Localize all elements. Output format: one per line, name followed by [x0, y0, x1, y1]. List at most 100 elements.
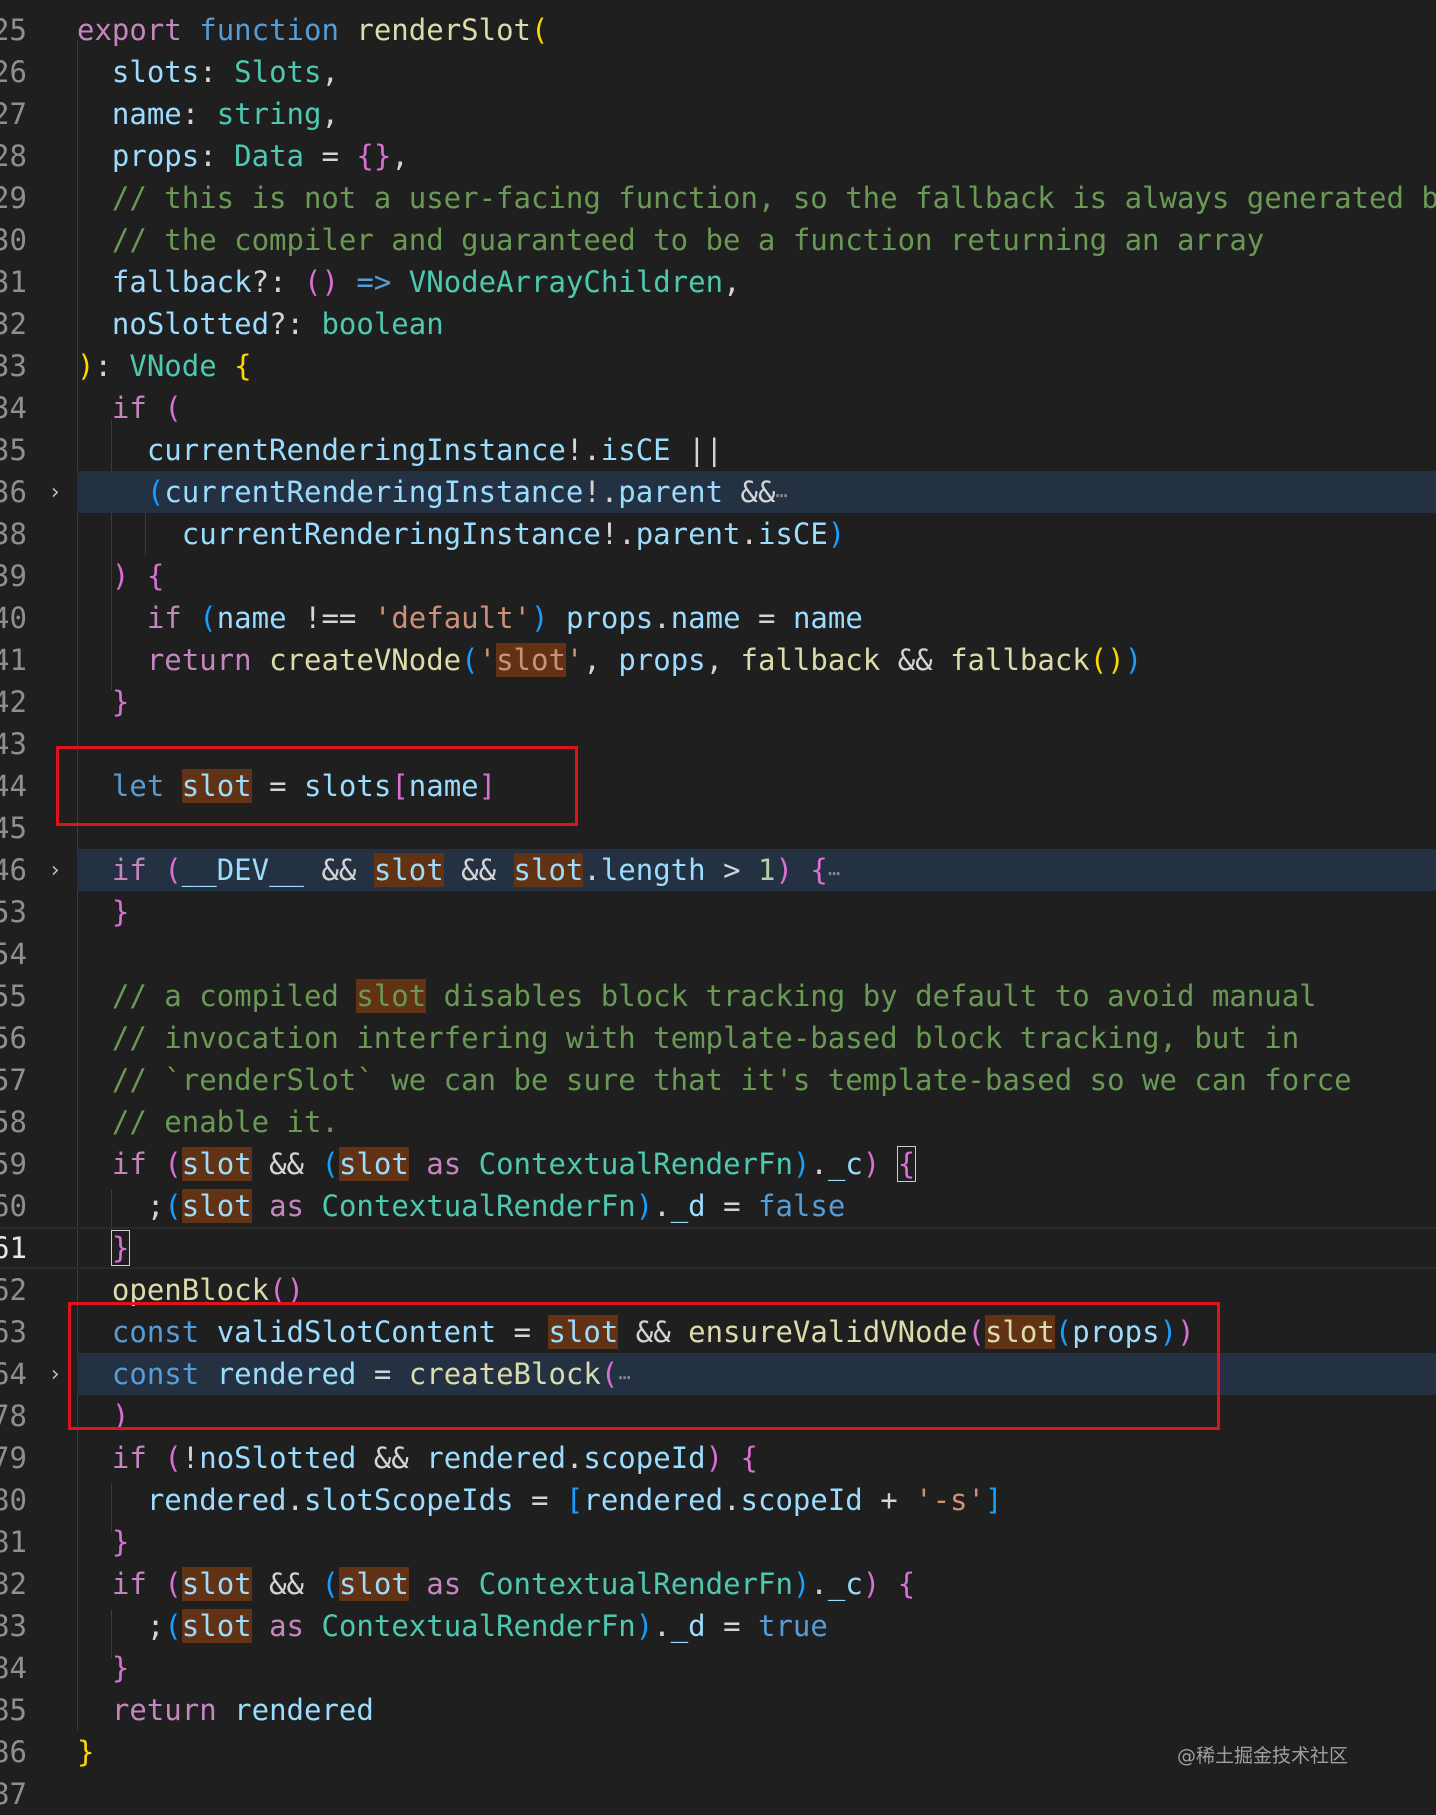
line-number: 39: [0, 559, 27, 593]
line-number: 82: [0, 1567, 27, 1601]
code-line[interactable]: 30 // the compiler and guaranteed to be …: [0, 219, 1436, 261]
line-number: 63: [0, 1315, 27, 1349]
code-text[interactable]: if (__DEV__ && slot && slot.length > 1) …: [77, 853, 840, 887]
chevron-right-icon[interactable]: ›: [44, 471, 66, 513]
code-text[interactable]: ) {: [77, 559, 164, 593]
code-line[interactable]: 34 if (: [0, 387, 1436, 429]
code-line[interactable]: 79 if (!noSlotted && rendered.scopeId) {: [0, 1437, 1436, 1479]
code-line[interactable]: 38 currentRenderingInstance!.parent.isCE…: [0, 513, 1436, 555]
code-text[interactable]: if (slot && (slot as ContextualRenderFn)…: [77, 1146, 917, 1182]
code-text[interactable]: fallback?: () => VNodeArrayChildren,: [77, 265, 741, 299]
code-text[interactable]: }: [77, 685, 129, 719]
code-line[interactable]: 83 ;(slot as ContextualRenderFn)._d = tr…: [0, 1605, 1436, 1647]
line-number: 60: [0, 1189, 27, 1223]
code-line[interactable]: 28 props: Data = {},: [0, 135, 1436, 177]
code-line[interactable]: 33 ): VNode {: [0, 345, 1436, 387]
code-text[interactable]: rendered.slotScopeIds = [rendered.scopeI…: [77, 1483, 1003, 1517]
chevron-right-icon[interactable]: ›: [44, 849, 66, 891]
code-text[interactable]: }: [77, 1735, 94, 1769]
code-text[interactable]: if (: [77, 391, 182, 425]
line-number: 31: [0, 265, 27, 299]
code-line[interactable]: 59 if (slot && (slot as ContextualRender…: [0, 1143, 1436, 1185]
code-text[interactable]: if (name !== 'default') props.name = nam…: [77, 601, 863, 635]
code-line[interactable]: 29 // this is not a user-facing function…: [0, 177, 1436, 219]
code-line[interactable]: 82 if (slot && (slot as ContextualRender…: [0, 1563, 1436, 1605]
code-line-current[interactable]: 61 }: [0, 1227, 1436, 1269]
code-line[interactable]: 31 fallback?: () => VNodeArrayChildren,: [0, 261, 1436, 303]
code-text[interactable]: }: [77, 895, 129, 929]
line-number: 45: [0, 811, 27, 845]
code-text[interactable]: if (!noSlotted && rendered.scopeId) {: [77, 1441, 758, 1475]
code-editor[interactable]: 25 export function renderSlot( 26 slots:…: [0, 0, 1436, 1811]
code-text[interactable]: ;(slot as ContextualRenderFn)._d = false: [77, 1189, 845, 1223]
line-number: 40: [0, 601, 27, 635]
code-line[interactable]: 35 currentRenderingInstance!.isCE ||: [0, 429, 1436, 471]
code-comment[interactable]: // enable it.: [77, 1105, 339, 1139]
code-text[interactable]: }: [77, 1230, 131, 1266]
line-number: 53: [0, 895, 27, 929]
line-number: 44: [0, 769, 27, 803]
chevron-right-icon[interactable]: ›: [44, 1353, 66, 1395]
code-text[interactable]: slots: Slots,: [77, 55, 339, 89]
code-line-folded[interactable]: 36 › (currentRenderingInstance!.parent &…: [0, 471, 1436, 513]
line-number: 83: [0, 1609, 27, 1643]
code-line[interactable]: 58 // enable it.: [0, 1101, 1436, 1143]
code-line[interactable]: 40 if (name !== 'default') props.name = …: [0, 597, 1436, 639]
line-number: 29: [0, 181, 27, 215]
code-line[interactable]: 55 // a compiled slot disables block tra…: [0, 975, 1436, 1017]
line-number: 84: [0, 1651, 27, 1685]
code-text[interactable]: currentRenderingInstance!.isCE ||: [77, 433, 723, 467]
code-text[interactable]: (currentRenderingInstance!.parent &&⋯: [77, 475, 788, 509]
line-number: 27: [0, 97, 27, 131]
folded-ellipsis-icon: ⋯: [775, 483, 788, 507]
code-text[interactable]: }: [77, 1651, 129, 1685]
code-line[interactable]: 87: [0, 1773, 1436, 1815]
code-line[interactable]: 25 export function renderSlot(: [0, 9, 1436, 51]
code-line[interactable]: 39 ) {: [0, 555, 1436, 597]
line-number: 41: [0, 643, 27, 677]
code-line[interactable]: 56 // invocation interfering with templa…: [0, 1017, 1436, 1059]
code-line[interactable]: 42 }: [0, 681, 1436, 723]
code-text[interactable]: export function renderSlot(: [77, 13, 548, 47]
line-number: 81: [0, 1525, 27, 1559]
code-line-folded[interactable]: 46 › if (__DEV__ && slot && slot.length …: [0, 849, 1436, 891]
code-line[interactable]: 57 // `renderSlot` we can be sure that i…: [0, 1059, 1436, 1101]
code-text[interactable]: }: [77, 1525, 129, 1559]
code-line[interactable]: 26 slots: Slots,: [0, 51, 1436, 93]
watermark: @稀土掘金技术社区: [1176, 1745, 1348, 1767]
line-number: 80: [0, 1483, 27, 1517]
line-number: 26: [0, 55, 27, 89]
line-number: 42: [0, 685, 27, 719]
line-number: 64: [0, 1357, 27, 1391]
code-comment[interactable]: // a compiled slot disables block tracki…: [77, 979, 1317, 1013]
code-comment[interactable]: // the compiler and guaranteed to be a f…: [77, 223, 1264, 257]
line-number: 62: [0, 1273, 27, 1307]
code-comment[interactable]: // invocation interfering with template-…: [77, 1021, 1299, 1055]
code-text[interactable]: ;(slot as ContextualRenderFn)._d = true: [77, 1609, 828, 1643]
code-text[interactable]: return createVNode('slot', props, fallba…: [77, 643, 1142, 677]
code-line[interactable]: 27 name: string,: [0, 93, 1436, 135]
code-text[interactable]: return rendered: [77, 1693, 374, 1727]
line-number: 28: [0, 139, 27, 173]
code-line[interactable]: 60 ;(slot as ContextualRenderFn)._d = fa…: [0, 1185, 1436, 1227]
code-text[interactable]: if (slot && (slot as ContextualRenderFn)…: [77, 1567, 915, 1601]
line-number: 58: [0, 1105, 27, 1139]
code-comment[interactable]: // `renderSlot` we can be sure that it's…: [77, 1063, 1352, 1097]
code-line[interactable]: 81 }: [0, 1521, 1436, 1563]
code-text[interactable]: noSlotted?: boolean: [77, 307, 444, 341]
code-line[interactable]: 53 }: [0, 891, 1436, 933]
code-text[interactable]: currentRenderingInstance!.parent.isCE): [77, 517, 846, 551]
code-text[interactable]: props: Data = {},: [77, 139, 409, 173]
code-line[interactable]: 41 return createVNode('slot', props, fal…: [0, 639, 1436, 681]
code-line[interactable]: 32 noSlotted?: boolean: [0, 303, 1436, 345]
code-text[interactable]: name: string,: [77, 97, 339, 131]
line-number: 85: [0, 1693, 27, 1727]
code-text[interactable]: ): VNode {: [77, 349, 252, 383]
code-line[interactable]: 85 return rendered: [0, 1689, 1436, 1731]
code-line[interactable]: 80 rendered.slotScopeIds = [rendered.sco…: [0, 1479, 1436, 1521]
code-comment[interactable]: // this is not a user-facing function, s…: [77, 181, 1436, 215]
code-line[interactable]: 54: [0, 933, 1436, 975]
code-line[interactable]: 84 }: [0, 1647, 1436, 1689]
line-number: 54: [0, 937, 27, 971]
line-number: 30: [0, 223, 27, 257]
